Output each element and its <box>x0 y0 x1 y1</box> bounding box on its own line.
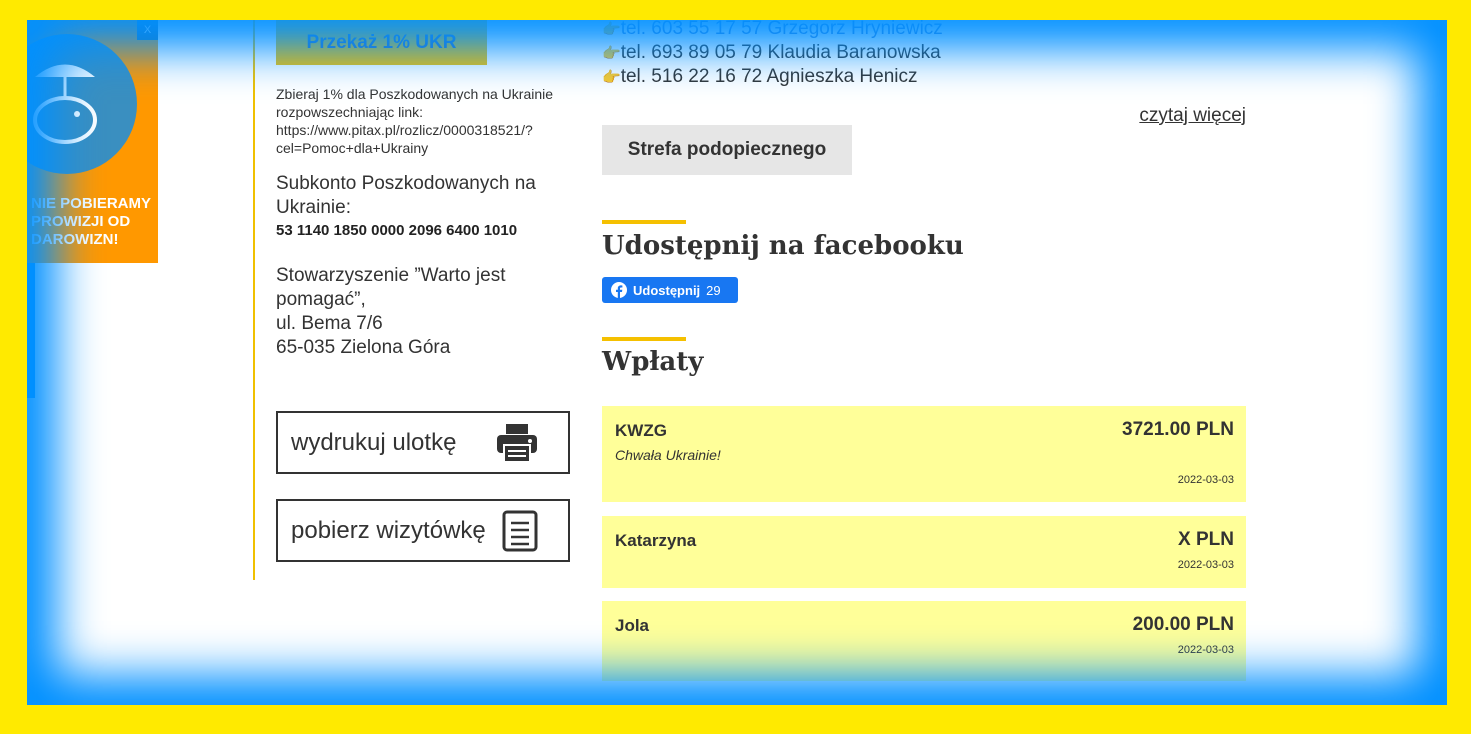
donation-item: Jola 200.00 PLN 2022-03-03 <box>602 601 1246 681</box>
collect-info-text: Zbieraj 1% dla Poszkodowanych na Ukraini… <box>276 86 554 156</box>
phone-item[interactable]: 👉tel. 693 89 05 79 Klaudia Baranowska <box>602 41 943 65</box>
pointing-hand-icon: 👉 <box>602 45 621 62</box>
promo-text: Nie pobieramy prowizji od darowizn! <box>31 195 151 248</box>
section-accent-bar <box>602 220 686 224</box>
beneficiary-zone-button[interactable]: Strefa podopiecznego <box>602 125 852 175</box>
document-icon <box>502 510 538 551</box>
pointing-hand-icon: 👉 <box>602 21 621 38</box>
donate-1-percent-button[interactable]: Przekaż 1% UKR <box>276 20 487 65</box>
donation-amount: 3721.00 PLN <box>1122 419 1234 440</box>
donation-item: Katarzyna X PLN 2022-03-03 <box>602 516 1246 588</box>
donor-name: Katarzyna <box>615 531 697 550</box>
facebook-share-label: Udostępnij <box>633 282 701 298</box>
ukraine-frame: Nie pobieramy prowizji od darowizn! X Pr… <box>27 20 1447 705</box>
phone-item[interactable]: 👉tel. 516 22 16 72 Agnieszka Henicz <box>602 65 943 89</box>
organization-address: Stowarzyszenie ”Warto jest pomagać”, ul.… <box>276 264 556 360</box>
pointing-hand-icon: 👉 <box>602 69 621 86</box>
read-more-link[interactable]: czytaj więcej <box>1139 105 1246 127</box>
bank-account-number: 53 1140 1850 0000 2096 6400 1010 <box>276 222 518 239</box>
donation-date: 2022-03-03 <box>1177 644 1234 656</box>
donation-date: 2022-03-03 <box>1177 474 1234 486</box>
close-icon[interactable]: X <box>137 20 158 40</box>
download-business-card-button[interactable]: pobierz wizytówkę <box>276 499 570 562</box>
print-leaflet-label: wydrukuj ulotkę <box>291 428 457 456</box>
donor-name: KWZG <box>615 421 667 440</box>
facebook-icon <box>611 282 627 298</box>
download-card-label: pobierz wizytówkę <box>291 516 486 544</box>
print-leaflet-button[interactable]: wydrukuj ulotkę <box>276 411 570 474</box>
phone-list: 👉tel. 603 55 17 57 Grzegorz Hryniewicz 👉… <box>602 20 943 89</box>
donation-date: 2022-03-03 <box>1177 559 1234 571</box>
phone-item[interactable]: 👉tel. 603 55 17 57 Grzegorz Hryniewicz <box>602 20 943 41</box>
side-strip <box>27 263 35 398</box>
subaccount-label: Subkonto Poszkodowanych na Ukrainie: <box>276 173 536 218</box>
address-line: Stowarzyszenie ”Warto jest pomagać”, <box>276 265 506 310</box>
donation-amount: X PLN <box>1178 529 1234 550</box>
left-sidebar: Przekaż 1% UKR Zbieraj 1% dla Poszkodowa… <box>253 20 583 580</box>
page-viewport: Nie pobieramy prowizji od darowizn! X Pr… <box>27 20 1447 705</box>
share-heading: Udostępnij na facebooku <box>602 231 964 261</box>
piggy-bank-umbrella-icon <box>27 34 137 174</box>
no-commission-banner[interactable]: Nie pobieramy prowizji od darowizn! <box>27 20 158 263</box>
address-line: ul. Bema 7/6 <box>276 313 383 334</box>
address-line: 65-035 Zielona Góra <box>276 337 451 358</box>
donation-item: KWZG 3721.00 PLN Chwała Ukrainie! 2022-0… <box>602 406 1246 502</box>
donations-heading: Wpłaty <box>602 347 704 377</box>
facebook-share-count: 29 <box>706 282 721 298</box>
donation-message: Chwała Ukrainie! <box>615 447 721 463</box>
section-accent-bar <box>602 337 686 341</box>
donor-name: Jola <box>615 616 650 635</box>
donation-amount: 200.00 PLN <box>1132 614 1234 635</box>
printer-icon <box>497 423 537 463</box>
facebook-share-button[interactable]: Udostępnij 29 <box>602 277 738 303</box>
main-content: 👉tel. 603 55 17 57 Grzegorz Hryniewicz 👉… <box>602 20 1246 705</box>
